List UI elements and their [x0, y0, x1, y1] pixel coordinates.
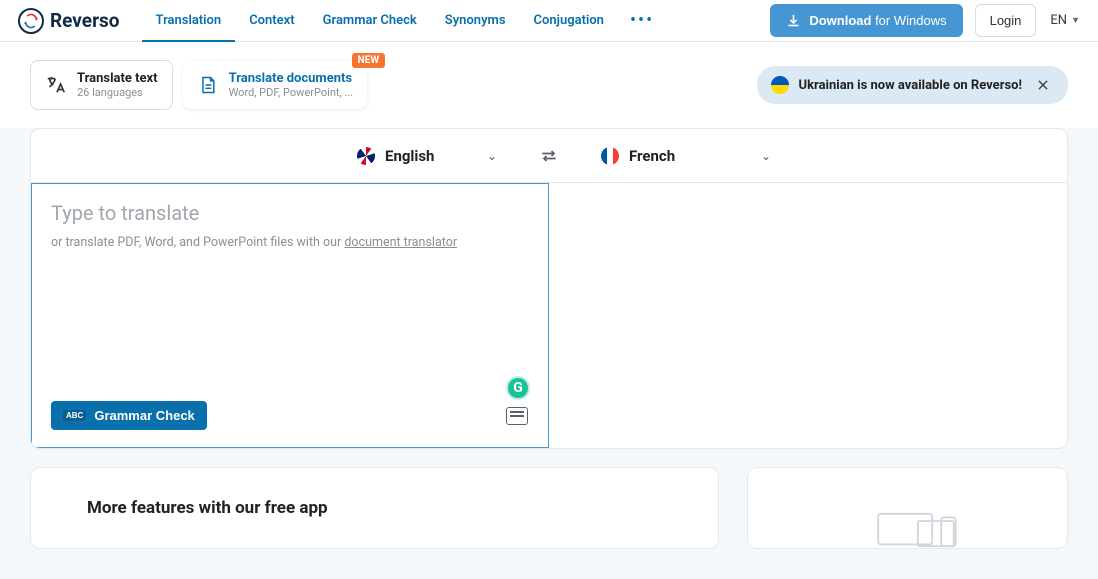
devices-icon — [827, 512, 987, 548]
features-title: More features with our free app — [87, 498, 662, 518]
document-translator-link[interactable]: document translator — [344, 235, 457, 250]
logo[interactable]: Reverso — [18, 8, 120, 34]
fr-flag-icon — [601, 147, 619, 165]
devices-card — [747, 467, 1068, 549]
translate-text-icon — [45, 74, 67, 96]
mode-text-title: Translate text — [77, 71, 158, 86]
logo-text: Reverso — [50, 9, 120, 32]
features-card: More features with our free app — [30, 467, 719, 549]
grammar-check-label: Grammar Check — [94, 408, 194, 423]
ukraine-flag-icon — [771, 76, 789, 94]
chevron-down-icon: ⌄ — [487, 149, 527, 163]
target-language-selector[interactable]: French ⌄ — [571, 147, 801, 165]
source-language-label: English — [385, 147, 434, 165]
language-bar: English ⌄ French ⌄ — [31, 129, 1067, 183]
download-label-thin: for Windows — [871, 13, 946, 28]
uk-flag-icon — [357, 147, 375, 165]
ui-language-label: EN — [1050, 13, 1067, 28]
document-icon — [197, 74, 219, 96]
caret-down-icon: ▼ — [1071, 15, 1080, 26]
download-label-bold: Download — [809, 13, 871, 28]
mode-text-sub: 26 languages — [77, 86, 158, 99]
main-nav: Translation Context Grammar Check Synony… — [142, 0, 667, 41]
input-helper: or translate PDF, Word, and PowerPoint f… — [51, 235, 528, 250]
grammar-check-button[interactable]: ABC Grammar Check — [51, 401, 207, 430]
new-badge: NEW — [352, 53, 385, 68]
mode-docs-title: Translate documents — [229, 71, 354, 86]
source-text-input[interactable]: Type to translate or translate PDF, Word… — [31, 183, 549, 448]
mode-translate-text[interactable]: Translate text 26 languages — [30, 60, 173, 110]
ui-language-selector[interactable]: EN ▼ — [1050, 13, 1080, 28]
abc-badge-icon: ABC — [63, 410, 86, 421]
nav-grammar-check[interactable]: Grammar Check — [309, 0, 431, 41]
nav-synonyms[interactable]: Synonyms — [431, 0, 520, 41]
nav-translation[interactable]: Translation — [142, 0, 236, 41]
input-placeholder: Type to translate — [51, 201, 528, 225]
grammarly-icon[interactable]: G — [506, 376, 530, 400]
logo-icon — [18, 8, 44, 34]
promo-text: Ukrainian is now available on Reverso! — [799, 78, 1023, 93]
target-text-output — [549, 183, 1067, 448]
mode-translate-documents[interactable]: Translate documents Word, PDF, PowerPoin… — [183, 61, 368, 109]
target-language-label: French — [629, 147, 675, 165]
chevron-down-icon: ⌄ — [761, 149, 801, 163]
translator-card: English ⌄ French ⌄ Type to translate or … — [30, 128, 1068, 449]
page-background: English ⌄ French ⌄ Type to translate or … — [0, 128, 1098, 579]
nav-conjugation[interactable]: Conjugation — [520, 0, 618, 41]
login-button[interactable]: Login — [975, 4, 1037, 37]
close-icon[interactable] — [1032, 74, 1054, 96]
download-icon — [786, 13, 801, 28]
top-header: Reverso Translation Context Grammar Chec… — [0, 0, 1098, 42]
source-language-selector[interactable]: English ⌄ — [297, 147, 527, 165]
swap-languages-button[interactable] — [527, 146, 571, 166]
mode-docs-sub: Word, PDF, PowerPoint, ... — [229, 86, 354, 99]
keyboard-icon[interactable] — [506, 407, 528, 425]
io-row: Type to translate or translate PDF, Word… — [31, 183, 1067, 448]
mode-row: Translate text 26 languages Translate do… — [0, 42, 1098, 128]
nav-more-icon[interactable]: ••• — [618, 10, 666, 31]
nav-context[interactable]: Context — [235, 0, 308, 41]
bottom-row: More features with our free app — [30, 467, 1068, 549]
promo-banner[interactable]: Ukrainian is now available on Reverso! — [757, 66, 1069, 104]
download-button[interactable]: Download for Windows — [770, 4, 962, 37]
